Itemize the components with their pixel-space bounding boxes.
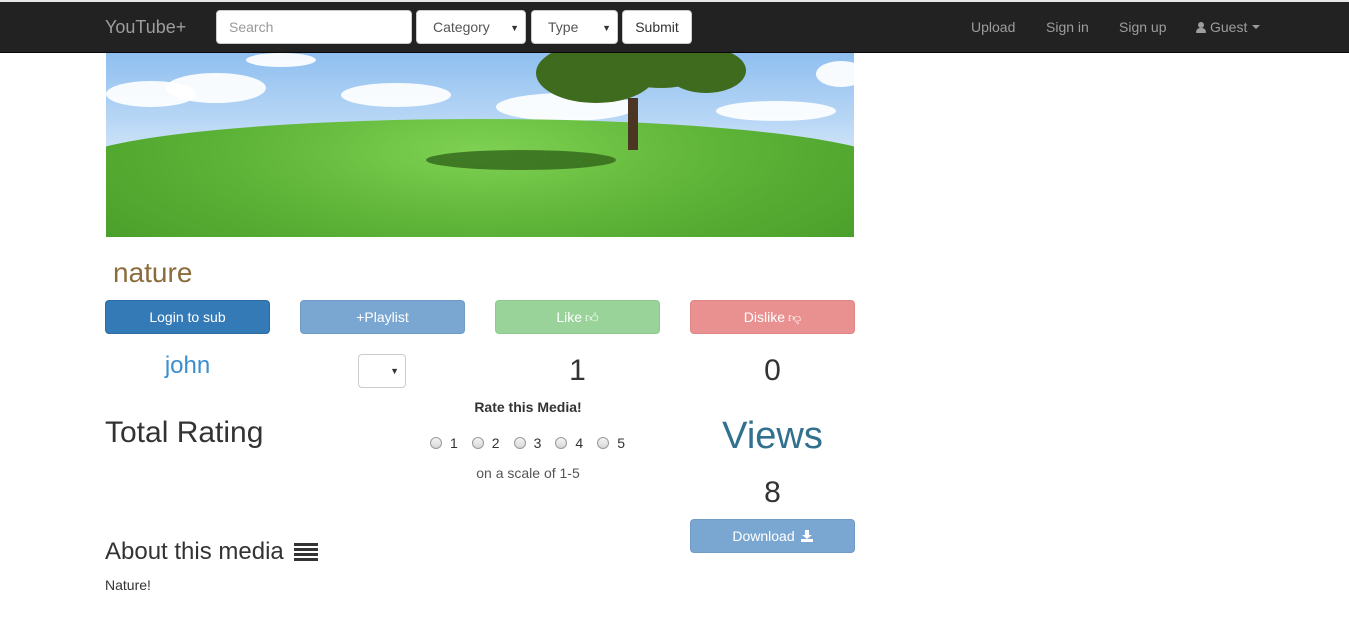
rating-option-2[interactable]: 2: [471, 435, 500, 451]
rating-option-label: 5: [617, 435, 625, 451]
rating-option-label: 4: [575, 435, 584, 451]
guest-dropdown[interactable]: Guest: [1196, 19, 1261, 35]
like-button[interactable]: Like 👍︎: [495, 300, 660, 334]
rating-scale-text: on a scale of 1-5: [476, 465, 580, 481]
type-select-label: Type: [548, 19, 579, 35]
total-rating-label: Total Rating: [105, 416, 264, 449]
user-icon: [1196, 21, 1206, 33]
caret-down-icon: ▼: [510, 23, 519, 33]
dislike-count: 0: [764, 354, 781, 387]
dislike-button[interactable]: Dislike 👎︎: [690, 300, 855, 334]
about-heading: About this media: [105, 538, 318, 566]
rating-radio[interactable]: [597, 437, 610, 449]
views-label: Views: [722, 415, 823, 457]
thumbs-down-icon: 👎︎: [788, 309, 802, 325]
rating-option-3[interactable]: 3: [513, 435, 542, 451]
views-count: 8: [764, 476, 781, 509]
category-select[interactable]: Category ▼: [416, 10, 526, 44]
brand-logo[interactable]: YouTube+: [105, 17, 186, 38]
media-title: nature: [113, 257, 193, 288]
rating-option-label: 2: [491, 435, 500, 451]
rating-radio[interactable]: [471, 437, 484, 449]
subscribe-button[interactable]: Login to sub: [105, 300, 270, 334]
rating-radio[interactable]: [513, 437, 526, 449]
rating-option-label: 3: [533, 435, 542, 451]
rating-options: 1 2 3 4 5: [430, 435, 625, 451]
rating-option-1[interactable]: 1: [430, 435, 458, 451]
playlist-select[interactable]: ▼: [358, 354, 406, 388]
like-count: 1: [569, 354, 586, 387]
list-icon: [293, 543, 318, 561]
rating-option-4[interactable]: 4: [555, 435, 583, 451]
caret-down-icon: [1252, 25, 1261, 29]
add-to-playlist-button[interactable]: +Playlist: [300, 300, 465, 334]
uploader-link[interactable]: john: [105, 352, 270, 380]
category-select-label: Category: [433, 19, 490, 35]
nav-signup-link[interactable]: Sign up: [1119, 19, 1166, 35]
about-heading-label: About this media: [105, 538, 284, 565]
search-input[interactable]: [216, 10, 412, 44]
like-label: Like: [556, 309, 583, 325]
guest-label: Guest: [1210, 19, 1248, 35]
rating-radio[interactable]: [555, 437, 568, 449]
rating-radio[interactable]: [430, 437, 442, 449]
caret-down-icon: ▼: [390, 366, 399, 376]
media-thumbnail: [106, 53, 854, 237]
thumbs-up-icon: 👍︎: [585, 309, 599, 325]
type-select[interactable]: Type ▼: [531, 10, 618, 44]
rating-option-5[interactable]: 5: [597, 435, 625, 451]
download-label: Download: [732, 528, 795, 544]
nav-signin-link[interactable]: Sign in: [1046, 19, 1089, 35]
submit-button[interactable]: Submit: [622, 10, 692, 44]
download-icon: [800, 530, 813, 542]
rating-option-label: 1: [450, 435, 458, 451]
rate-heading: Rate this Media!: [474, 399, 582, 415]
navbar: YouTube+ Category ▼ Type ▼ Submit Upload…: [0, 0, 1349, 53]
nav-upload-link[interactable]: Upload: [971, 19, 1015, 35]
download-button[interactable]: Download: [690, 519, 855, 553]
media-description: Nature!: [105, 577, 151, 593]
dislike-label: Dislike: [743, 309, 786, 325]
caret-down-icon: ▼: [602, 23, 611, 33]
